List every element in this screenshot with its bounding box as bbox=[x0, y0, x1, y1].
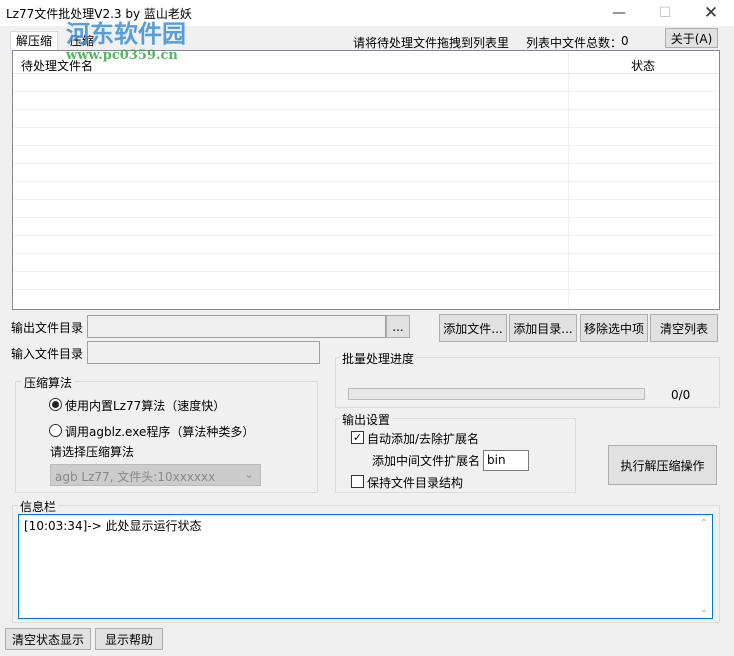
remove-selected-button[interactable]: 移除选中项 bbox=[580, 314, 648, 342]
radio-agblz[interactable] bbox=[49, 424, 62, 437]
file-count-label: 列表中文件总数： bbox=[526, 36, 623, 50]
log-textarea[interactable]: [10:03:34]-> 此处显示运行状态 ⌃ ⌄ bbox=[18, 514, 713, 619]
file-count: 0 bbox=[621, 34, 629, 48]
keep-structure-checkbox[interactable] bbox=[351, 475, 364, 488]
column-header-filename[interactable]: 待处理文件名 bbox=[21, 57, 93, 74]
about-button[interactable]: 关于(A) bbox=[665, 28, 718, 48]
auto-ext-checkbox[interactable]: ✓ bbox=[351, 431, 364, 444]
clear-status-button[interactable]: 清空状态显示 bbox=[5, 628, 91, 650]
radio-builtin[interactable] bbox=[49, 398, 62, 411]
close-button[interactable]: ✕ bbox=[688, 0, 734, 26]
add-file-button[interactable]: 添加文件... bbox=[439, 314, 507, 342]
chevron-down-icon: ⌄ bbox=[243, 467, 254, 481]
keep-structure-label[interactable]: 保持文件目录结构 bbox=[367, 474, 463, 491]
drag-hint: 请将待处理文件拖拽到列表里 bbox=[353, 36, 510, 50]
log-text: [10:03:34]-> 此处显示运行状态 bbox=[24, 519, 202, 533]
clear-list-button[interactable]: 清空列表 bbox=[650, 314, 718, 342]
add-dir-button[interactable]: 添加目录... bbox=[509, 314, 577, 342]
scroll-up-icon[interactable]: ⌃ bbox=[700, 518, 708, 529]
output-dir-label: 输出文件目录 bbox=[11, 321, 84, 335]
algorithm-select-value: agb Lz77, 文件头:10xxxxxx bbox=[55, 470, 216, 484]
tab-decompress[interactable]: 解压缩 bbox=[10, 31, 58, 51]
select-algorithm-label: 请选择压缩算法 bbox=[50, 445, 135, 459]
help-button[interactable]: 显示帮助 bbox=[95, 628, 163, 650]
maximize-button[interactable]: ☐ bbox=[642, 0, 688, 26]
execute-button[interactable]: 执行解压缩操作 bbox=[608, 445, 717, 485]
progress-text: 0/0 bbox=[671, 388, 691, 402]
radio-builtin-label[interactable]: 使用内置Lz77算法（速度快） bbox=[65, 397, 225, 414]
mid-ext-input[interactable]: bin bbox=[483, 450, 529, 471]
input-dir-label: 输入文件目录 bbox=[11, 347, 84, 361]
output-settings-title: 输出设置 bbox=[340, 411, 393, 428]
file-list[interactable]: 待处理文件名 状态 bbox=[12, 50, 720, 310]
mid-ext-label: 添加中间文件扩展名 bbox=[372, 454, 481, 468]
browse-button[interactable]: ... bbox=[386, 315, 410, 338]
radio-agblz-label[interactable]: 调用agblz.exe程序（算法种类多） bbox=[65, 423, 254, 440]
output-dir-input[interactable] bbox=[87, 315, 386, 338]
progress-bar bbox=[348, 388, 645, 400]
minimize-button[interactable]: — bbox=[596, 0, 642, 26]
input-dir-input[interactable] bbox=[87, 341, 320, 364]
column-header-status[interactable]: 状态 bbox=[631, 57, 655, 74]
algorithm-select[interactable]: agb Lz77, 文件头:10xxxxxx ⌄ bbox=[50, 464, 261, 486]
scroll-down-icon[interactable]: ⌄ bbox=[700, 604, 708, 615]
auto-ext-label[interactable]: 自动添加/去除扩展名 bbox=[367, 430, 479, 447]
progress-title: 批量处理进度 bbox=[340, 350, 417, 367]
tab-compress[interactable]: 压缩 bbox=[62, 33, 102, 51]
info-title: 信息栏 bbox=[18, 498, 59, 515]
algorithm-group-title: 压缩算法 bbox=[22, 374, 75, 391]
window-title: Lz77文件批处理V2.3 by 蓝山老妖 bbox=[6, 7, 192, 21]
title-bar: Lz77文件批处理V2.3 by 蓝山老妖 — ☐ ✕ bbox=[0, 0, 734, 26]
